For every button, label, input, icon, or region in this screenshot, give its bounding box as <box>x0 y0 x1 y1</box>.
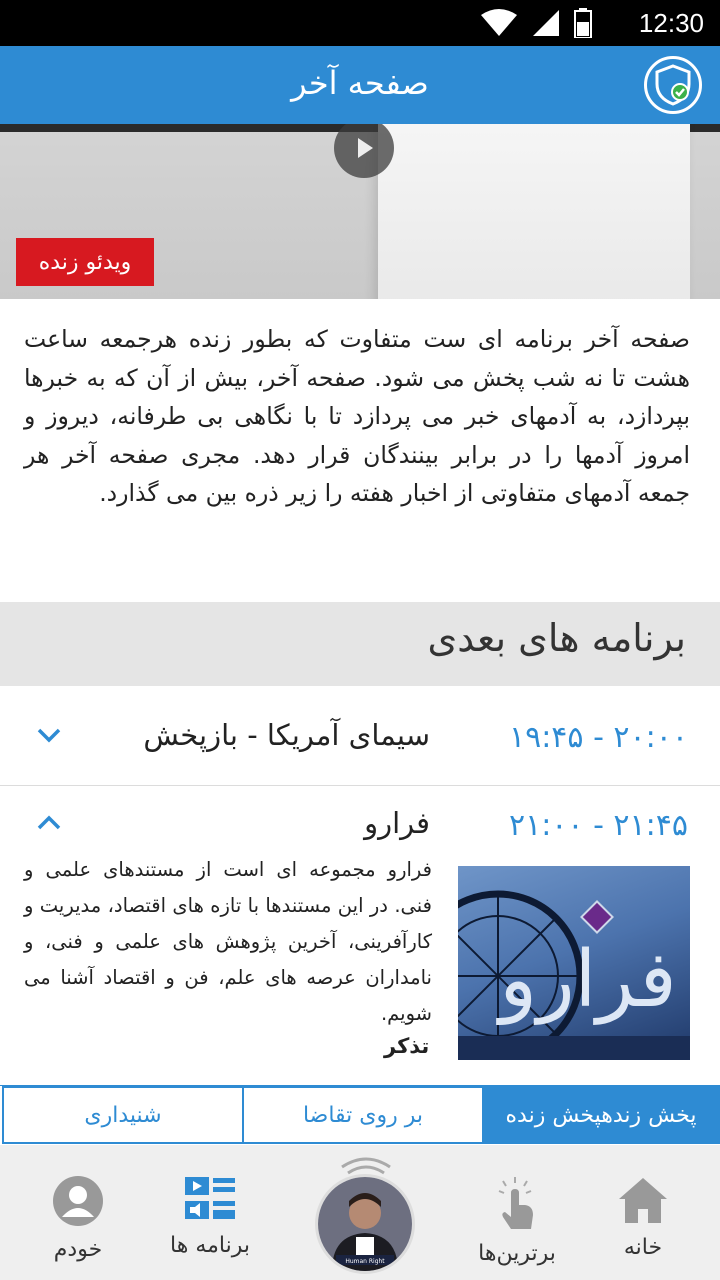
program-logo-text: فرارو <box>495 935 676 1026</box>
program-name: فرارو <box>364 806 430 840</box>
chevron-down-icon[interactable] <box>36 722 62 748</box>
next-programs-title: برنامه های بعدی <box>427 616 686 660</box>
status-time: 12:30 <box>638 8 704 38</box>
reminder-button[interactable]: تذکر <box>384 1034 429 1058</box>
program-time: ۲۱:۰۰ - ۲۱:۴۵ <box>508 808 688 843</box>
tab-live[interactable]: پخش زندهپخش زنده <box>482 1086 720 1144</box>
nav-programs[interactable]: برنامه ها <box>145 1175 275 1258</box>
live-stream-center-button[interactable]: Human Right <box>318 1177 412 1271</box>
media-tab-bar: شنیداری بر روی تقاضا پخش زندهپخش زنده <box>0 1085 720 1145</box>
tab-on-demand[interactable]: بر روی تقاضا <box>242 1086 484 1144</box>
program-description: صفحه آخر برنامه ای ست متفاوت که بطور زند… <box>24 325 690 507</box>
program-time: ۱۹:۴۵ - ۲۰:۰۰ <box>508 720 688 755</box>
top-touch-icon <box>498 1177 533 1229</box>
signal-icon <box>533 10 559 36</box>
play-icon <box>358 138 373 158</box>
program-row[interactable]: ۱۹:۴۵ - ۲۰:۰۰ سیمای آمریکا - بازپخش <box>0 686 720 786</box>
profile-icon <box>53 1176 103 1226</box>
broadcast-waves-icon <box>341 1157 391 1175</box>
shield-icon <box>655 64 691 106</box>
program-name: سیمای آمریکا - بازپخش <box>143 718 430 752</box>
nav-top-picks[interactable]: برترین‌ها <box>452 1175 582 1266</box>
bottom-navigation: خودم برنامه ها Human Right <box>0 1145 720 1280</box>
nav-home-label: خانه <box>623 1235 663 1260</box>
nav-top-picks-label: برترین‌ها <box>478 1241 556 1266</box>
app-header: صفحه آخر <box>0 46 720 124</box>
live-video-player[interactable]: ویدئو زنده <box>0 124 720 299</box>
nav-home[interactable]: خانه <box>578 1175 708 1260</box>
live-anchor-avatar: Human Right <box>318 1177 412 1271</box>
page-title: صفحه آخر <box>291 64 429 102</box>
security-shield-button[interactable] <box>644 56 702 114</box>
nav-profile[interactable]: خودم <box>13 1175 143 1262</box>
nav-profile-label: خودم <box>53 1237 103 1262</box>
logo-caption: Human Right <box>345 1258 385 1265</box>
program-thumbnail: فرارو <box>458 866 690 1060</box>
status-bar: 12:30 <box>0 0 720 46</box>
status-icons <box>480 8 592 38</box>
battery-icon <box>574 8 592 38</box>
chevron-up-icon[interactable] <box>36 810 62 836</box>
wifi-icon <box>481 9 517 36</box>
program-detail-description: فرارو مجموعه ای است از مستندهای علمی و ف… <box>24 858 432 1025</box>
tab-audio[interactable]: شنیداری <box>2 1086 244 1144</box>
video-set-box <box>378 124 690 299</box>
ferris-wheel-image: فرارو <box>458 890 690 1060</box>
nav-programs-label: برنامه ها <box>170 1233 250 1258</box>
programs-icon <box>185 1177 235 1219</box>
next-programs-header: برنامه های بعدی <box>0 602 720 686</box>
live-video-badge[interactable]: ویدئو زنده <box>16 238 154 286</box>
home-icon <box>619 1178 667 1223</box>
